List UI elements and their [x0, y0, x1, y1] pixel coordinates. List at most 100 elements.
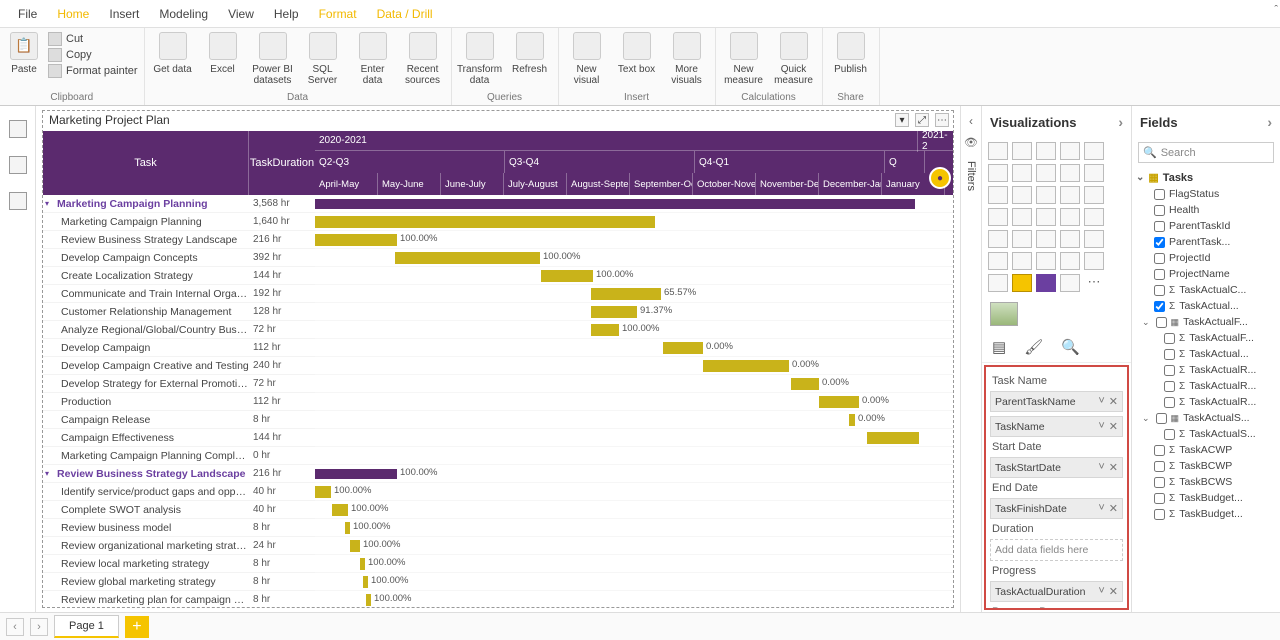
menu-help[interactable]: Help	[264, 3, 309, 25]
viz-more-icon[interactable]: ⋯	[1084, 274, 1104, 292]
field-checkbox[interactable]	[1156, 413, 1167, 424]
gantt-bar[interactable]	[791, 378, 819, 390]
task-row[interactable]: Develop Campaign Concepts392 hr	[43, 249, 315, 267]
format-painter-button[interactable]: Format painter	[48, 64, 138, 78]
field-item[interactable]: ΣTaskActualC...	[1136, 282, 1276, 298]
more-icon[interactable]: ⋯	[935, 113, 949, 127]
viz-type-icon[interactable]	[1060, 142, 1080, 160]
viz-type-icon[interactable]	[1060, 274, 1080, 292]
menu-home[interactable]: Home	[47, 3, 99, 25]
task-row[interactable]: Communicate and Train Internal Organizat…	[43, 285, 315, 303]
field-checkbox[interactable]	[1154, 205, 1165, 216]
field-checkbox[interactable]	[1154, 221, 1165, 232]
cut-button[interactable]: Cut	[48, 32, 138, 46]
field-item[interactable]: ⌄▦TaskActualF...	[1136, 314, 1276, 330]
field-checkbox[interactable]	[1154, 285, 1165, 296]
ribbon-power-bi-datasets[interactable]: Power BI datasets	[251, 32, 295, 86]
viz-type-icon[interactable]	[1012, 186, 1032, 204]
chevron-down-icon[interactable]: ˅	[1098, 420, 1104, 433]
field-checkbox[interactable]	[1154, 269, 1165, 280]
ribbon-publish[interactable]: Publish	[829, 32, 873, 75]
viz-type-icon[interactable]	[988, 274, 1008, 292]
page-tab[interactable]: Page 1	[54, 615, 119, 638]
viz-type-icon[interactable]	[1036, 230, 1056, 248]
filter-icon[interactable]: ▾	[895, 113, 909, 127]
viz-type-icon[interactable]	[1084, 186, 1104, 204]
field-item[interactable]: ΣTaskBudget...	[1136, 506, 1276, 522]
remove-icon[interactable]: ✕	[1109, 502, 1118, 515]
ribbon-more-visuals[interactable]: More visuals	[665, 32, 709, 86]
field-item[interactable]: ProjectName	[1136, 266, 1276, 282]
gantt-bar[interactable]	[315, 234, 397, 246]
task-row[interactable]: Review business model8 hr	[43, 519, 315, 537]
field-item[interactable]: ΣTaskActualR...	[1136, 394, 1276, 410]
viz-type-icon[interactable]	[1036, 274, 1056, 292]
viz-type-icon[interactable]	[1012, 164, 1032, 182]
gantt-bar[interactable]	[315, 199, 915, 209]
field-checkbox[interactable]	[1154, 493, 1165, 504]
task-summary-row[interactable]: Review Business Strategy Landscape216 hr	[43, 465, 315, 483]
task-row[interactable]: Review Business Strategy Landscape216 hr	[43, 231, 315, 249]
viz-type-icon[interactable]	[1084, 142, 1104, 160]
gantt-bar[interactable]	[350, 540, 360, 552]
task-row[interactable]: Complete SWOT analysis40 hr	[43, 501, 315, 519]
task-row[interactable]: Marketing Campaign Planning1,640 hr	[43, 213, 315, 231]
task-row[interactable]: Marketing Campaign Planning Complete0 hr	[43, 447, 315, 465]
viz-type-icon[interactable]	[1036, 252, 1056, 270]
viz-type-icon[interactable]	[1012, 208, 1032, 226]
viz-type-icon[interactable]	[1012, 252, 1032, 270]
field-item[interactable]: ΣTaskBCWS	[1136, 474, 1276, 490]
gantt-bar[interactable]	[345, 522, 350, 534]
well-drop-duration[interactable]: Add data fields here	[990, 539, 1123, 561]
chevron-down-icon[interactable]: ˅	[1098, 461, 1104, 474]
field-checkbox[interactable]	[1164, 333, 1175, 344]
field-item[interactable]: ⌄▦TaskActualS...	[1136, 410, 1276, 426]
field-checkbox[interactable]	[1164, 397, 1175, 408]
field-checkbox[interactable]	[1154, 445, 1165, 456]
copy-button[interactable]: Copy	[48, 48, 138, 62]
task-row[interactable]: Campaign Release8 hr	[43, 411, 315, 429]
viz-type-icon[interactable]	[1060, 208, 1080, 226]
viz-type-icon[interactable]	[1012, 230, 1032, 248]
well-item-taskname[interactable]: TaskName˅✕	[990, 416, 1123, 437]
viz-type-icon[interactable]	[1060, 186, 1080, 204]
field-checkbox[interactable]	[1164, 381, 1175, 392]
task-row[interactable]: Develop Campaign Creative and Testing240…	[43, 357, 315, 375]
task-row[interactable]: Analyze Regional/Global/Country Business…	[43, 321, 315, 339]
menu-modeling[interactable]: Modeling	[149, 3, 218, 25]
chevron-down-icon[interactable]: ˅	[1098, 395, 1104, 408]
viz-type-icon[interactable]	[1036, 164, 1056, 182]
viz-type-icon[interactable]	[1036, 208, 1056, 226]
ribbon-collapse-icon[interactable]: ˆ	[1274, 4, 1278, 16]
viz-type-icon[interactable]	[1012, 142, 1032, 160]
menu-format[interactable]: Format	[309, 3, 367, 25]
remove-icon[interactable]: ✕	[1109, 395, 1118, 408]
gantt-bar[interactable]	[591, 324, 619, 336]
field-item[interactable]: ΣTaskActual...	[1136, 346, 1276, 362]
remove-icon[interactable]: ✕	[1109, 420, 1118, 433]
task-row[interactable]: Develop Strategy for External Promotions…	[43, 375, 315, 393]
chevron-down-icon[interactable]: ˅	[1098, 502, 1104, 515]
ribbon-new-visual[interactable]: New visual	[565, 32, 609, 86]
expand-icon[interactable]: ⌄	[1136, 172, 1144, 183]
viz-type-icon[interactable]	[988, 186, 1008, 204]
task-row[interactable]: Develop Campaign112 hr	[43, 339, 315, 357]
field-checkbox[interactable]	[1156, 317, 1167, 328]
gantt-bar[interactable]	[363, 576, 368, 588]
field-checkbox[interactable]	[1154, 301, 1165, 312]
gantt-bar[interactable]	[541, 270, 593, 282]
menu-data-drill[interactable]: Data / Drill	[367, 3, 443, 25]
format-tab-icon[interactable]: 🖌	[1024, 338, 1043, 356]
field-item[interactable]: ΣTaskActualF...	[1136, 330, 1276, 346]
ribbon-quick-measure[interactable]: Quick measure	[772, 32, 816, 86]
menu-view[interactable]: View	[218, 3, 264, 25]
task-row[interactable]: Create Localization Strategy144 hr	[43, 267, 315, 285]
task-row[interactable]: Review marketing plan for campaign budge…	[43, 591, 315, 607]
viz-type-icon[interactable]	[1012, 274, 1032, 292]
viz-collapse-icon[interactable]: ›	[1118, 114, 1123, 130]
gantt-bar[interactable]	[395, 252, 540, 264]
well-item-parenttask[interactable]: ParentTaskName˅✕	[990, 391, 1123, 412]
task-row[interactable]: Review organizational marketing strategy…	[43, 537, 315, 555]
task-row[interactable]: Identify service/product gaps and opport…	[43, 483, 315, 501]
viz-type-icon[interactable]	[1060, 252, 1080, 270]
